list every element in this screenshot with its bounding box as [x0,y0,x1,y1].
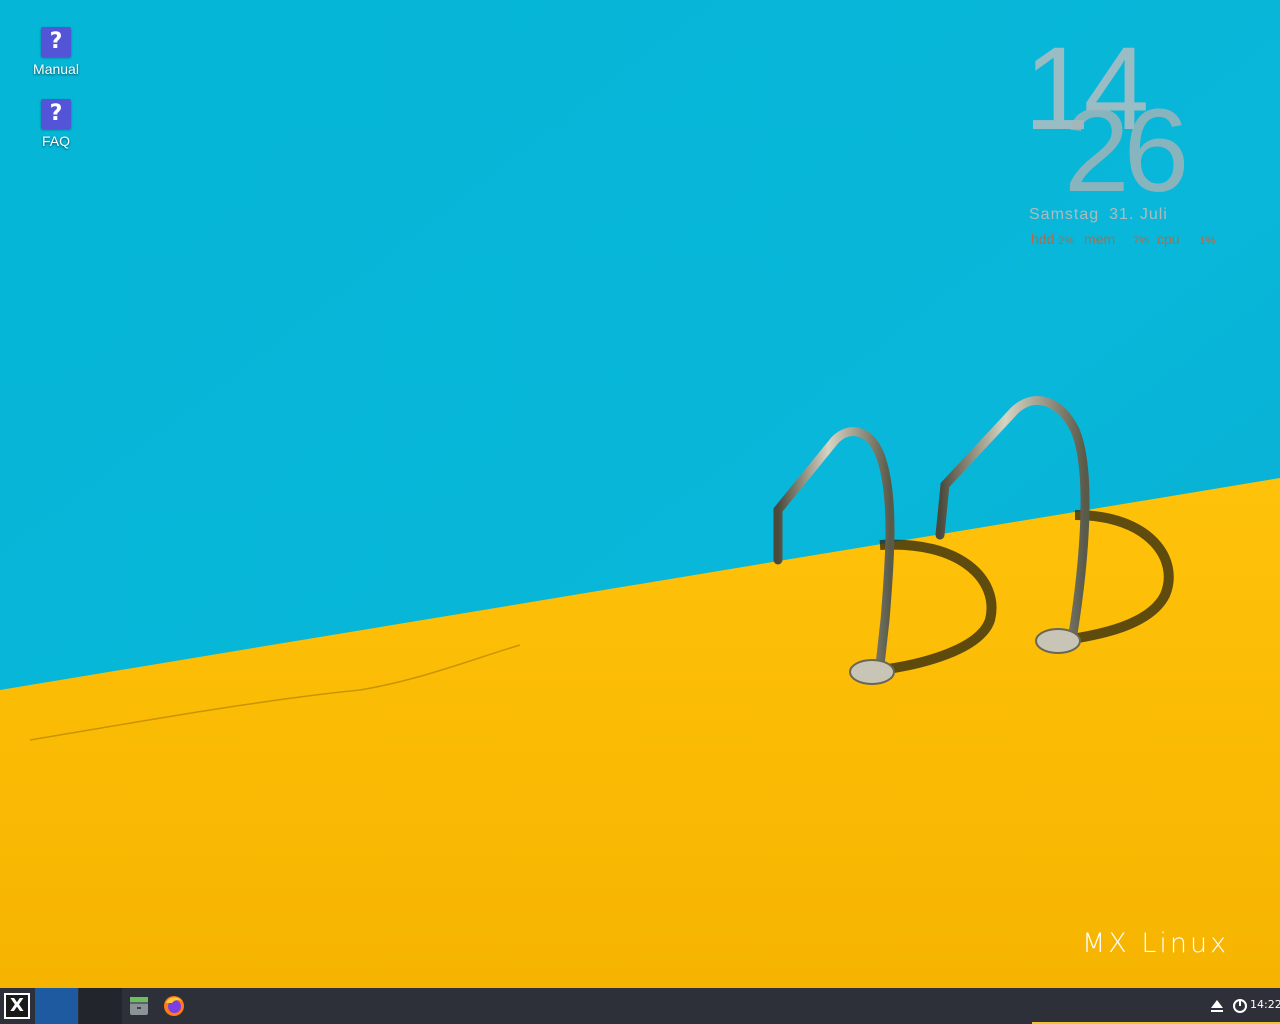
panel-clock[interactable]: 14:22 [1250,998,1280,1011]
eject-icon [1211,1000,1223,1012]
workspace-2-button[interactable] [79,988,122,1024]
file-manager-icon [130,997,148,1015]
power-icon [1233,999,1247,1013]
conky-day-month: 31. Juli [1109,206,1168,223]
taskbar-panel: X 14:22 [0,988,1280,1024]
firefox-icon [164,996,184,1016]
eject-button[interactable] [1208,997,1226,1015]
conky-system-stats: hdd 2% mem 7% cpu 1% [1031,231,1261,247]
cpu-value: 1% [1199,235,1216,247]
cpu-label: cpu [1156,231,1180,247]
power-manager-button[interactable] [1232,997,1248,1015]
mx-logo-icon: X [4,993,30,1019]
desktop-icon-label: Manual [33,61,79,77]
help-icon: ? [41,27,71,57]
mem-label: mem [1084,231,1116,247]
desktop[interactable]: ? Manual ? FAQ 14 26 Samstag 31. Juli hdd… [0,0,1280,988]
conky-clock-widget: 14 26 Samstag 31. Juli hdd 2% mem 7% cpu … [1024,30,1264,260]
file-manager-launcher[interactable] [127,994,151,1018]
desktop-icon-manual[interactable]: ? Manual [14,27,98,77]
hdd-value: 2% [1058,235,1075,247]
desktop-icon-faq[interactable]: ? FAQ [14,99,98,149]
desktop-icon-label: FAQ [41,133,70,149]
conky-weekday: Samstag [1029,206,1100,223]
help-icon: ? [41,99,71,129]
mx-linux-watermark: MX Linux [1082,928,1230,959]
conky-minute: 26 [1064,85,1189,217]
hdd-label: hdd [1031,231,1055,247]
conky-date: Samstag 31. Juli [1029,206,1178,224]
workspace-1-button[interactable] [35,988,78,1024]
whisker-menu-button[interactable]: X [0,988,34,1024]
mem-value: 7% [1133,235,1149,247]
firefox-launcher[interactable] [162,994,186,1018]
